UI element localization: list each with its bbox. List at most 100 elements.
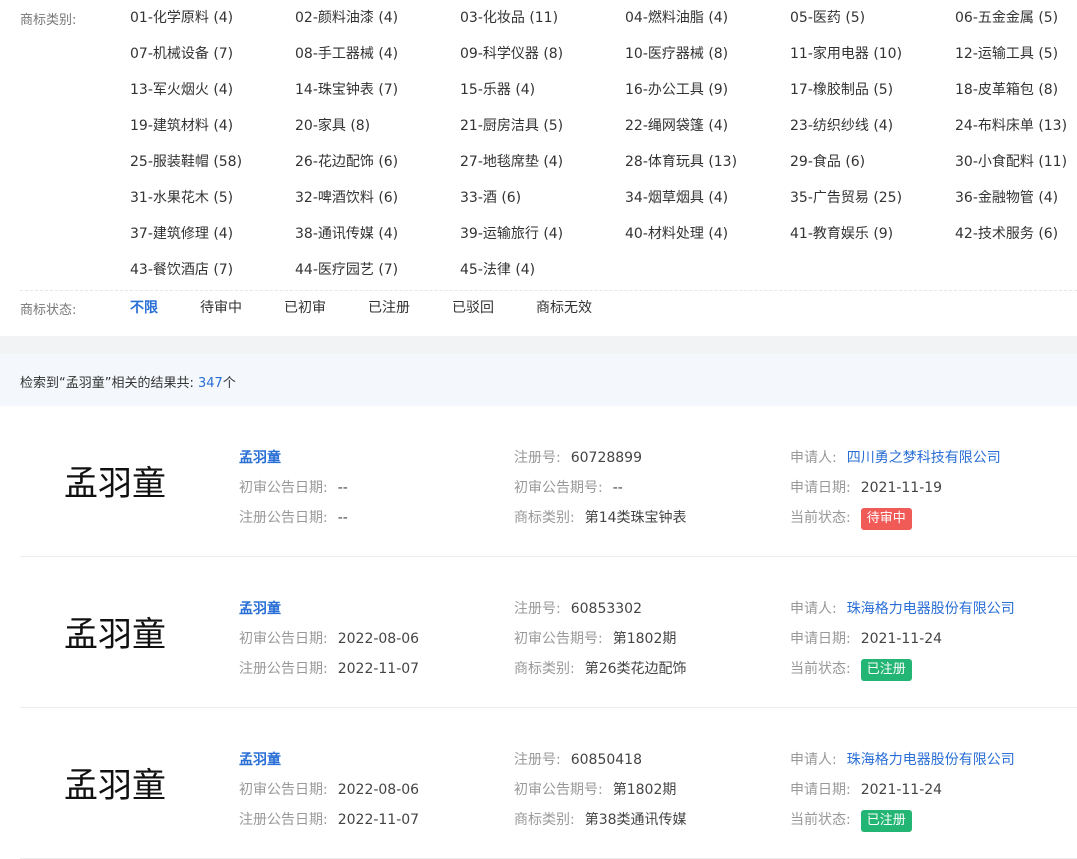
status-filter-item[interactable]: 商标无效 [536,299,592,317]
trademark-name-link[interactable]: 孟羽童 [239,447,281,467]
category-filter-item[interactable]: 33-酒 (6) [460,189,521,207]
status-badge-value: 已注册 [860,659,912,681]
category-filter-item[interactable]: 09-科学仪器 (8) [460,45,563,63]
category-label: 商标类别: [514,510,575,526]
trademark-image[interactable]: 孟羽童 [64,615,166,655]
category: 商标类别: 第26类花边配饰 [514,658,687,678]
reg-no: 注册号: 60850418 [514,749,642,769]
status-badge-label: 当前状态: [790,661,851,677]
applicant: 申请人: 珠海格力电器股份有限公司 [790,749,1015,769]
category-filter-item[interactable]: 10-医疗器械 (8) [625,45,728,63]
category-filter-item[interactable]: 29-食品 (6) [790,153,865,171]
trademark-image[interactable]: 孟羽童 [64,464,166,504]
prelim-date-value: 2022-08-06 [337,782,420,798]
prelim-date-label: 初审公告日期: [239,631,328,647]
reg-no: 注册号: 60728899 [514,447,642,467]
category-filter-item[interactable]: 06-五金金属 (5) [955,9,1058,27]
status-filter-item[interactable]: 已驳回 [452,299,494,317]
category-filter-item[interactable]: 24-布料床单 (13) [955,117,1067,135]
category-filter-item[interactable]: 04-燃料油脂 (4) [625,9,728,27]
category-filter-item[interactable]: 03-化妆品 (11) [460,9,558,27]
prelim-date-value: -- [337,480,348,496]
status-filter-item[interactable]: 已注册 [368,299,410,317]
category-filter-item[interactable]: 15-乐器 (4) [460,81,535,99]
category-filter-item[interactable]: 37-建筑修理 (4) [130,225,233,243]
prelim-no-value: -- [612,480,623,496]
category-filter-item[interactable]: 22-绳网袋篷 (4) [625,117,728,135]
category-filter-item[interactable]: 45-法律 (4) [460,261,535,279]
applicant-value[interactable]: 珠海格力电器股份有限公司 [847,601,1015,617]
trademark-image[interactable]: 孟羽童 [64,766,166,806]
category-filter-item[interactable]: 19-建筑材料 (4) [130,117,233,135]
applicant: 申请人: 四川勇之梦科技有限公司 [790,447,1001,467]
status-filter-item[interactable]: 不限 [130,299,158,317]
apply-date-value: 2021-11-19 [860,480,943,496]
reg-date-value: 2022-11-07 [337,661,420,677]
category-filter-item[interactable]: 02-颜料油漆 (4) [295,9,398,27]
category-filter-item[interactable]: 31-水果花木 (5) [130,189,233,207]
prelim-date-value: 2022-08-06 [337,631,420,647]
status-filter-item[interactable]: 待审中 [200,299,242,317]
category-filter-item[interactable]: 34-烟草烟具 (4) [625,189,728,207]
category-filter-item[interactable]: 41-教育娱乐 (9) [790,225,893,243]
reg-date-value: 2022-11-07 [337,812,420,828]
category-filter-item[interactable]: 25-服装鞋帽 (58) [130,153,242,171]
reg-date-label: 注册公告日期: [239,510,328,526]
reg-date: 注册公告日期: 2022-11-07 [239,658,419,678]
reg-date: 注册公告日期: -- [239,507,348,527]
category-label: 商标类别: [514,661,575,677]
category-filter-item[interactable]: 23-纺织纱线 (4) [790,117,893,135]
category-filter-item[interactable]: 39-运输旅行 (4) [460,225,563,243]
category-filter-item[interactable]: 36-金融物管 (4) [955,189,1058,207]
reg-no-label: 注册号: [514,450,561,466]
reg-no-value: 60853302 [570,601,642,617]
category-filter-item[interactable]: 20-家具 (8) [295,117,370,135]
status-badge: 当前状态: 待审中 [790,507,912,530]
applicant-value[interactable]: 四川勇之梦科技有限公司 [847,450,1001,466]
reg-date-value: -- [337,510,348,526]
category-filter-item[interactable]: 01-化学原料 (4) [130,9,233,27]
category-filter-item[interactable]: 40-材料处理 (4) [625,225,728,243]
status-filter-item[interactable]: 已初审 [284,299,326,317]
prelim-no-label: 初审公告期号: [514,782,603,798]
category-filter-item[interactable]: 32-啤酒饮料 (6) [295,189,398,207]
category-filter-item[interactable]: 14-珠宝钟表 (7) [295,81,398,99]
category-value: 第14类珠宝钟表 [584,510,687,526]
category-filter-item[interactable]: 43-餐饮酒店 (7) [130,261,233,279]
category-filter-item[interactable]: 30-小食配料 (11) [955,153,1067,171]
category-filter-item[interactable]: 05-医药 (5) [790,9,865,27]
category-filter-item[interactable]: 07-机械设备 (7) [130,45,233,63]
trademark-card: 孟羽童 孟羽童 初审公告日期: -- 注册公告日期: -- 注册号: 60728899 初审公告… [20,406,1077,557]
reg-no-value: 60728899 [570,450,642,466]
apply-date-value: 2021-11-24 [860,631,943,647]
trademark-name-link[interactable]: 孟羽童 [239,598,281,618]
category-filter-item[interactable]: 16-办公工具 (9) [625,81,728,99]
category-filter-item[interactable]: 12-运输工具 (5) [955,45,1058,63]
category-filter-item[interactable]: 44-医疗园艺 (7) [295,261,398,279]
prelim-date: 初审公告日期: 2022-08-06 [239,628,419,648]
apply-date-label: 申请日期: [790,631,851,647]
category-filter-item[interactable]: 18-皮革箱包 (8) [955,81,1058,99]
category-filter-item[interactable]: 28-体育玩具 (13) [625,153,737,171]
category-filter-item[interactable]: 17-橡胶制品 (5) [790,81,893,99]
applicant-label: 申请人: [790,752,837,768]
category-filter-item[interactable]: 13-军火烟火 (4) [130,81,233,99]
category-filter-item[interactable]: 35-广告贸易 (25) [790,189,902,207]
category-filter-item[interactable]: 42-技术服务 (6) [955,225,1058,243]
result-summary-suffix: 个 [222,376,236,391]
applicant-label: 申请人: [790,601,837,617]
category-filter-item[interactable]: 08-手工器械 (4) [295,45,398,63]
prelim-date-label: 初审公告日期: [239,480,328,496]
applicant-value[interactable]: 珠海格力电器股份有限公司 [847,752,1015,768]
reg-date: 注册公告日期: 2022-11-07 [239,809,419,829]
category-filter-item[interactable]: 11-家用电器 (10) [790,45,902,63]
category-filter-item[interactable]: 21-厨房洁具 (5) [460,117,563,135]
category-filter-item[interactable]: 38-通讯传媒 (4) [295,225,398,243]
prelim-no: 初审公告期号: 第1802期 [514,779,676,799]
category-filter-item[interactable]: 27-地毯席垫 (4) [460,153,563,171]
trademark-name-link[interactable]: 孟羽童 [239,749,281,769]
apply-date: 申请日期: 2021-11-24 [790,779,942,799]
category-filter-item[interactable]: 26-花边配饰 (6) [295,153,398,171]
prelim-no-label: 初审公告期号: [514,480,603,496]
category-filter-label: 商标类别: [20,13,77,28]
